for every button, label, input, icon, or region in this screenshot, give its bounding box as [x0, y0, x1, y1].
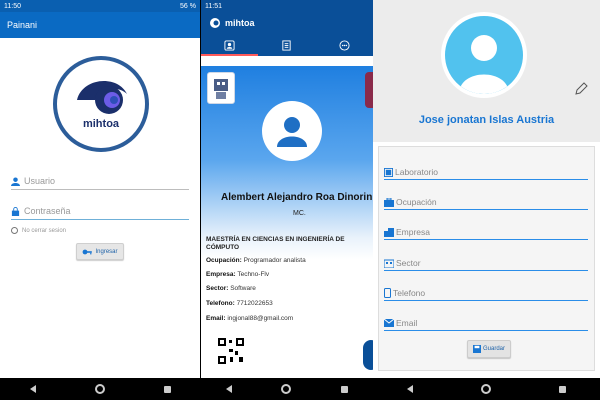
id-card-icon — [224, 39, 235, 51]
status-time: 11:51 — [205, 2, 222, 10]
username-field[interactable]: Usuario — [11, 176, 55, 186]
field-laboratorio[interactable]: Laboratorio — [384, 167, 588, 180]
status-battery: 56 % — [180, 2, 196, 10]
app-bar: Painani — [0, 12, 200, 38]
info-value: Programador analista — [243, 257, 306, 264]
field-sector[interactable]: Sector — [384, 258, 588, 271]
field-label: Sector — [396, 258, 421, 268]
profile-avatar — [441, 12, 527, 98]
user-icon — [11, 176, 20, 186]
recent-apps-icon[interactable] — [341, 385, 349, 393]
field-label: Ocupación — [396, 197, 437, 207]
username-underline — [11, 189, 189, 190]
field-label: Email — [396, 318, 418, 328]
robot-badge-icon — [207, 72, 235, 104]
system-nav-bar — [201, 378, 373, 400]
home-icon[interactable] — [281, 384, 292, 394]
profile-card-screen: 11:51 mihtoa Alembert Alejandro Roa Dino… — [201, 0, 373, 400]
info-label: Telefono: — [206, 300, 235, 307]
person-icon — [277, 117, 307, 147]
password-field[interactable]: Contraseña — [11, 206, 71, 216]
save-icon — [472, 345, 481, 353]
info-label: Ocupación: — [206, 257, 242, 264]
info-value: Software — [230, 285, 256, 292]
remember-checkbox[interactable]: No cerrar sesion — [11, 227, 66, 234]
mihtoa-logo-icon — [210, 18, 220, 28]
chat-icon — [339, 39, 350, 51]
laboratory-icon — [384, 167, 393, 177]
system-nav-bar — [0, 378, 200, 400]
info-company: Empresa: Techno-Flv — [206, 271, 269, 278]
top-bar: 11:51 mihtoa — [201, 0, 373, 56]
building-icon — [384, 227, 394, 237]
profile-title: MC. — [293, 210, 306, 217]
info-label: Email: — [206, 315, 226, 322]
login-button-label: Ingresar — [95, 248, 118, 255]
info-email: Email: ingjonal88@gmail.com — [206, 315, 293, 322]
info-sector: Sector: Software — [206, 285, 256, 292]
recent-apps-icon[interactable] — [163, 385, 171, 393]
tab-bar — [201, 34, 373, 56]
app-title-row: mihtoa — [201, 12, 373, 34]
password-placeholder: Contraseña — [24, 206, 71, 216]
info-phone: Telefono: 7712022653 — [206, 300, 273, 307]
info-label: Sector: — [206, 285, 229, 292]
back-icon[interactable] — [29, 385, 36, 393]
status-bar: 11:51 — [201, 0, 373, 12]
info-value: ingjonal88@gmail.com — [227, 315, 294, 322]
person-silhouette-icon — [459, 35, 509, 94]
password-underline — [11, 219, 189, 220]
qr-code-icon — [217, 337, 245, 365]
envelope-icon — [384, 319, 394, 327]
checkbox-circle[interactable] — [11, 227, 18, 234]
briefcase-icon — [384, 197, 394, 207]
field-label: Empresa — [396, 227, 431, 237]
info-value: Techno-Flv — [237, 271, 270, 278]
sector-icon — [384, 259, 394, 268]
save-button-label: Guardar — [482, 346, 505, 352]
field-email[interactable]: Email — [384, 318, 588, 331]
back-icon[interactable] — [407, 385, 413, 393]
info-value: 7712022653 — [236, 300, 273, 307]
system-nav-bar — [373, 378, 600, 400]
field-ocupacion[interactable]: Ocupación — [384, 197, 588, 210]
edit-pencil-icon[interactable] — [574, 82, 588, 101]
home-icon[interactable] — [481, 384, 491, 394]
info-label: Empresa: — [206, 271, 236, 278]
mihtoa-logo: mihtoa — [53, 56, 149, 152]
profile-avatar — [262, 101, 322, 161]
back-icon[interactable] — [225, 385, 232, 393]
status-time: 11:50 — [4, 2, 21, 10]
login-screen: 11:50 56 % Painani mihtoa Usuario Contra… — [0, 0, 200, 400]
info-occupation: Ocupación: Programador analista — [206, 257, 306, 264]
field-label: Telefono — [393, 288, 426, 298]
user-name: Jose jonatan Islas Austria — [418, 114, 555, 126]
status-bar: 11:50 56 % — [0, 0, 200, 12]
document-icon — [282, 39, 292, 51]
university-seal-icon — [365, 72, 373, 108]
field-label: Laboratorio — [395, 167, 439, 177]
login-button[interactable]: Ingresar — [76, 243, 124, 260]
app-bar-title: Painani — [7, 20, 38, 30]
key-icon — [83, 249, 93, 254]
profile-name: Alembert Alejandro Roa Dinorin — [221, 192, 373, 203]
tab-id-card[interactable] — [201, 34, 259, 56]
lock-icon — [11, 206, 20, 216]
remember-label: No cerrar sesion — [22, 227, 67, 234]
profile-degree: MAESTRÍA EN CIENCIAS EN INGENIERÍA DE CÓ… — [206, 236, 345, 251]
tab-chat[interactable] — [316, 34, 373, 56]
floating-action-button[interactable] — [363, 340, 373, 370]
profile-form: Laboratorio Ocupación Empresa Sector Tel… — [378, 146, 595, 371]
username-placeholder: Usuario — [24, 176, 56, 186]
save-button[interactable]: Guardar — [467, 340, 511, 358]
home-icon[interactable] — [94, 384, 105, 394]
tab-documents[interactable] — [258, 34, 315, 56]
field-telefono[interactable]: Telefono — [384, 288, 588, 301]
phone-icon — [384, 288, 391, 298]
logo-text: mihtoa — [82, 118, 120, 130]
app-title: mihtoa — [225, 18, 255, 28]
edit-profile-screen: Jose jonatan Islas Austria Laboratorio O… — [373, 0, 600, 400]
recent-apps-icon[interactable] — [559, 385, 566, 393]
field-empresa[interactable]: Empresa — [384, 227, 588, 240]
